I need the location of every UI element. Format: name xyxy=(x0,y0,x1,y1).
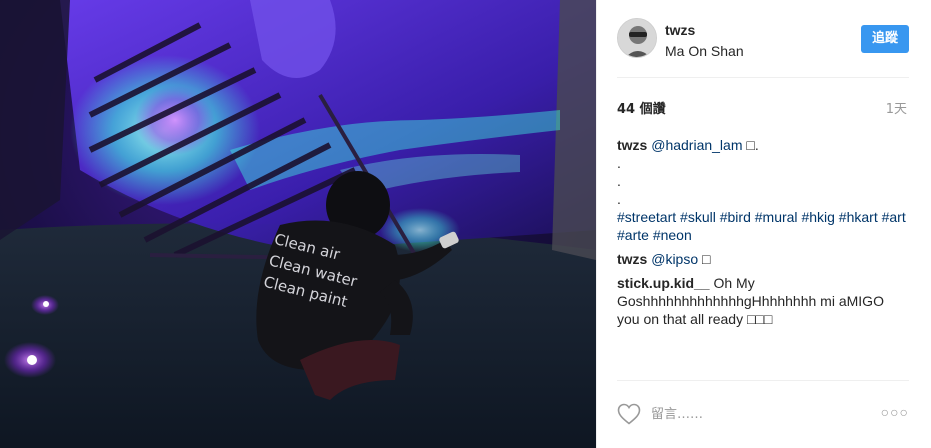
comment-1: twzs @hadrian_lam □. . . . #streetart #s… xyxy=(617,136,909,244)
comment-text: □ xyxy=(698,251,711,267)
comment-username[interactable]: stick.up.kid__ xyxy=(617,275,710,291)
instagram-post: Clean air Clean water Clean paint twzs M… xyxy=(0,0,931,448)
comment-2: twzs @kipso □ xyxy=(617,250,909,268)
comment-mention[interactable]: @hadrian_lam xyxy=(651,137,742,153)
hashtag[interactable]: #neon xyxy=(653,227,692,243)
hashtag[interactable]: #streetart xyxy=(617,209,676,225)
neon-mural-photo xyxy=(0,0,596,448)
post-actions: ○○○ xyxy=(617,400,909,428)
more-options-icon[interactable]: ○○○ xyxy=(881,404,909,420)
username[interactable]: twzs xyxy=(665,22,695,38)
hashtag[interactable]: #skull xyxy=(680,209,716,225)
comment-3: stick.up.kid__ Oh My GoshhhhhhhhhhhhhgHh… xyxy=(617,274,909,328)
hashtag[interactable]: #art xyxy=(882,209,906,225)
actions-divider xyxy=(617,380,909,381)
hashtag[interactable]: #hkart xyxy=(839,209,878,225)
post-time[interactable]: 1天 xyxy=(886,98,907,117)
avatar[interactable] xyxy=(617,18,657,58)
comment-dot: . xyxy=(617,155,621,171)
post-header: twzs Ma On Shan 追蹤 xyxy=(617,14,909,64)
likes-count[interactable]: 44 個讚 xyxy=(617,98,666,117)
avatar-image xyxy=(618,19,656,57)
comment-username[interactable]: twzs xyxy=(617,137,647,153)
hashtag[interactable]: #mural xyxy=(755,209,798,225)
comment-mention[interactable]: @kipso xyxy=(651,251,698,267)
comment-dot: . xyxy=(617,173,621,189)
post-photo[interactable]: Clean air Clean water Clean paint xyxy=(0,0,596,448)
header-divider xyxy=(617,77,909,78)
comment-dot: . xyxy=(617,191,621,207)
hashtag[interactable]: #arte xyxy=(617,227,649,243)
hashtag[interactable]: #hkig xyxy=(801,209,834,225)
comment-text: □. xyxy=(742,137,759,153)
comment-input[interactable] xyxy=(651,404,871,424)
hashtag[interactable]: #bird xyxy=(720,209,751,225)
comment-username[interactable]: twzs xyxy=(617,251,647,267)
post-side-panel: twzs Ma On Shan 追蹤 44 個讚 1天 twzs @hadria… xyxy=(596,0,931,448)
location[interactable]: Ma On Shan xyxy=(665,43,744,59)
follow-button[interactable]: 追蹤 xyxy=(861,25,909,53)
heart-icon[interactable] xyxy=(617,403,641,425)
comments-list: twzs @hadrian_lam □. . . . #streetart #s… xyxy=(617,136,909,334)
